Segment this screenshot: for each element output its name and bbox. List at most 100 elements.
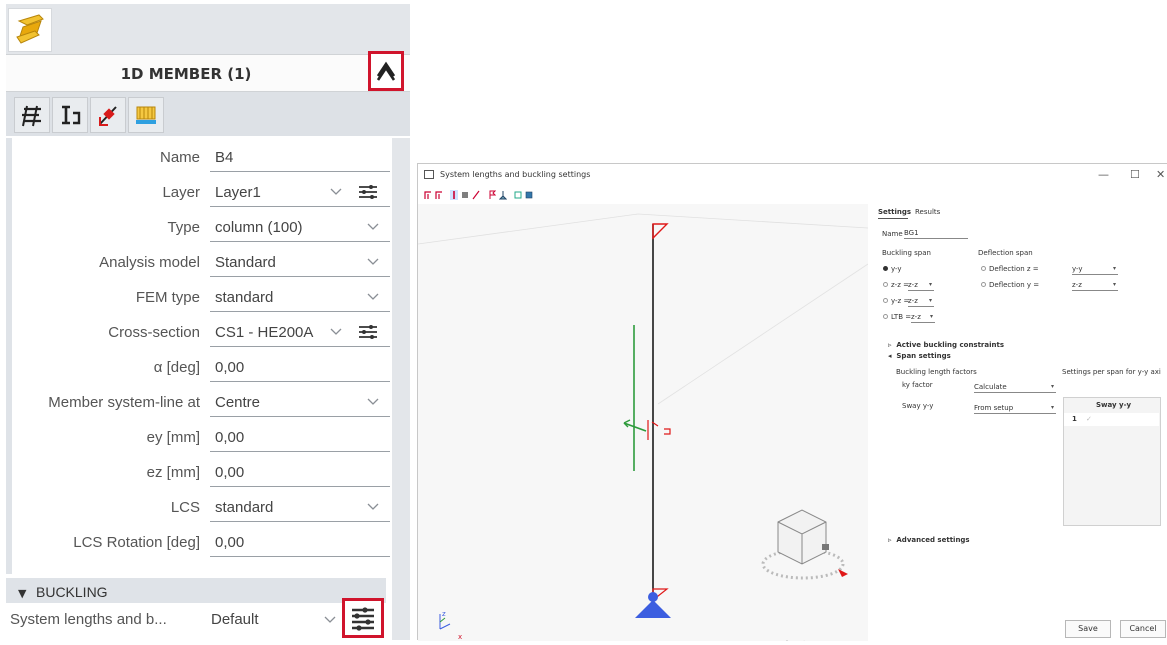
deflection-span-label: Deflection span bbox=[978, 249, 1033, 257]
y-z-select[interactable]: z-z ▾ bbox=[908, 296, 934, 307]
snap-alt-icon[interactable] bbox=[435, 190, 443, 200]
member-icon[interactable] bbox=[472, 190, 480, 200]
property-label: Type bbox=[167, 219, 200, 236]
tab-properties[interactable] bbox=[14, 97, 50, 133]
maximize-button[interactable]: ☐ bbox=[1130, 168, 1140, 182]
tab-loads[interactable] bbox=[128, 97, 164, 133]
chevron-down-icon[interactable] bbox=[330, 186, 342, 198]
radio-deflection-y[interactable] bbox=[981, 282, 986, 287]
advanced-settings-label: Advanced settings bbox=[896, 536, 970, 544]
member-hinge-icon bbox=[99, 106, 117, 126]
settings-list-icon bbox=[352, 607, 374, 631]
property-input[interactable]: 0,00 bbox=[215, 350, 244, 385]
advanced-settings-expander[interactable]: ▹ Advanced settings bbox=[888, 535, 970, 545]
grid-icon[interactable] bbox=[514, 190, 522, 200]
settings-list-icon[interactable] bbox=[357, 324, 379, 342]
chevron-down-icon[interactable] bbox=[330, 326, 342, 338]
sway-value: From setup bbox=[974, 404, 1014, 412]
tab-cross-section[interactable] bbox=[52, 97, 88, 133]
snap-icon[interactable] bbox=[424, 190, 432, 200]
table-row[interactable]: 1 ✓ bbox=[1064, 413, 1159, 426]
radio-z-z[interactable] bbox=[883, 282, 888, 287]
chevron-down-icon[interactable] bbox=[367, 501, 379, 513]
property-input[interactable]: 0,00 bbox=[215, 455, 244, 490]
property-input[interactable]: 0,00 bbox=[215, 420, 244, 455]
property-select[interactable]: standard bbox=[215, 280, 273, 315]
property-select[interactable]: Layer1 bbox=[215, 175, 261, 210]
support-icon[interactable] bbox=[499, 190, 507, 200]
property-label: LCS Rotation [deg] bbox=[73, 534, 200, 551]
property-label: Cross-section bbox=[108, 324, 200, 341]
deflection-y-select-value: z-z bbox=[1072, 281, 1082, 289]
property-select[interactable]: Standard bbox=[215, 245, 276, 280]
radio-ltb[interactable] bbox=[883, 314, 888, 319]
property-input[interactable]: 0,00 bbox=[215, 525, 244, 560]
ky-factor-select[interactable]: Calculate ▾ bbox=[974, 382, 1056, 393]
chevron-down-icon[interactable] bbox=[367, 396, 379, 408]
property-select[interactable]: CS1 - HE200A bbox=[215, 315, 313, 350]
buckling-section-title: BUCKLING bbox=[36, 584, 108, 600]
cancel-button[interactable]: Cancel bbox=[1120, 620, 1166, 638]
buckling-view-icon[interactable] bbox=[450, 190, 458, 200]
property-select[interactable]: standard bbox=[215, 490, 273, 525]
property-row: Layer Layer1 bbox=[12, 175, 398, 210]
system-lengths-select[interactable]: Default bbox=[211, 603, 259, 637]
layers-toggle-icon[interactable] bbox=[461, 190, 469, 200]
property-input[interactable]: B4 bbox=[215, 140, 233, 175]
property-label: ez [mm] bbox=[146, 464, 200, 481]
property-row: FEM type standard bbox=[12, 280, 398, 315]
span-table[interactable]: Sway y-y 1 ✓ bbox=[1063, 397, 1161, 526]
tab-settings[interactable]: Settings bbox=[878, 207, 911, 217]
save-button[interactable]: Save bbox=[1065, 620, 1111, 638]
property-row: LCS standard bbox=[12, 490, 398, 525]
buckling-marker-top bbox=[652, 223, 669, 240]
view-cube[interactable] bbox=[761, 509, 848, 580]
minimize-button[interactable]: — bbox=[1098, 168, 1109, 182]
option-y-z: y-z = bbox=[891, 297, 910, 305]
name-input[interactable]: BG1 bbox=[904, 228, 968, 239]
settings-list-icon[interactable] bbox=[357, 184, 379, 202]
chevron-down-icon[interactable] bbox=[367, 221, 379, 233]
active-buckling-expander[interactable]: ▹ Active buckling constraints bbox=[888, 340, 1004, 350]
z-z-select-value: z-z bbox=[908, 281, 918, 289]
deflection-z-select-value: y-y bbox=[1072, 265, 1083, 273]
property-label: LCS bbox=[170, 499, 200, 516]
tab-results[interactable]: Results bbox=[915, 207, 940, 217]
span-settings-label: Span settings bbox=[896, 352, 951, 360]
collapse-panel-button[interactable] bbox=[368, 51, 404, 91]
field-underline bbox=[210, 311, 390, 312]
chevron-down-icon[interactable] bbox=[367, 256, 379, 268]
flag-icon[interactable] bbox=[488, 190, 496, 200]
radio-deflection-z[interactable] bbox=[981, 266, 986, 271]
deflection-z-select[interactable]: y-y ▾ bbox=[1072, 264, 1118, 275]
y-z-select-value: z-z bbox=[908, 297, 918, 305]
option-deflection-y: Deflection y = bbox=[989, 281, 1040, 289]
chevron-down-icon[interactable] bbox=[367, 291, 379, 303]
z-z-select[interactable]: z-z ▾ bbox=[908, 280, 934, 291]
properties-list: Name B4 Layer Layer1 Type column (100) Analysi… bbox=[6, 138, 392, 574]
render-icon[interactable] bbox=[525, 190, 533, 200]
3d-view[interactable]: z x bbox=[417, 204, 869, 645]
sway-select[interactable]: From setup ▾ bbox=[974, 403, 1056, 414]
field-underline bbox=[210, 486, 390, 487]
property-label: Analysis model bbox=[99, 254, 200, 271]
property-row: Member system-line at Centre bbox=[12, 385, 398, 420]
property-select[interactable]: Centre bbox=[215, 385, 260, 420]
system-lengths-settings-button[interactable] bbox=[342, 598, 384, 638]
property-row: LCS Rotation [deg] 0,00 bbox=[12, 525, 398, 560]
chevron-down-icon[interactable] bbox=[324, 614, 336, 626]
buckling-section-header[interactable]: ▼ BUCKLING bbox=[6, 578, 386, 606]
radio-y-z[interactable] bbox=[883, 298, 888, 303]
ltb-select[interactable]: z-z ▾ bbox=[911, 312, 935, 323]
window-icon bbox=[424, 170, 434, 179]
tab-hinges[interactable] bbox=[90, 97, 126, 133]
table-row-index: 1 bbox=[1072, 415, 1077, 423]
model-view-canvas[interactable] bbox=[417, 204, 869, 645]
checkbox-icon[interactable]: ✓ bbox=[1086, 414, 1092, 424]
span-settings-expander[interactable]: ◂ Span settings bbox=[888, 351, 951, 361]
close-button[interactable]: ✕ bbox=[1156, 168, 1165, 182]
deflection-y-select[interactable]: z-z ▾ bbox=[1072, 280, 1118, 291]
radio-y-y[interactable] bbox=[883, 266, 888, 271]
panel-title: 1D MEMBER (1) bbox=[120, 65, 252, 83]
property-select[interactable]: column (100) bbox=[215, 210, 303, 245]
